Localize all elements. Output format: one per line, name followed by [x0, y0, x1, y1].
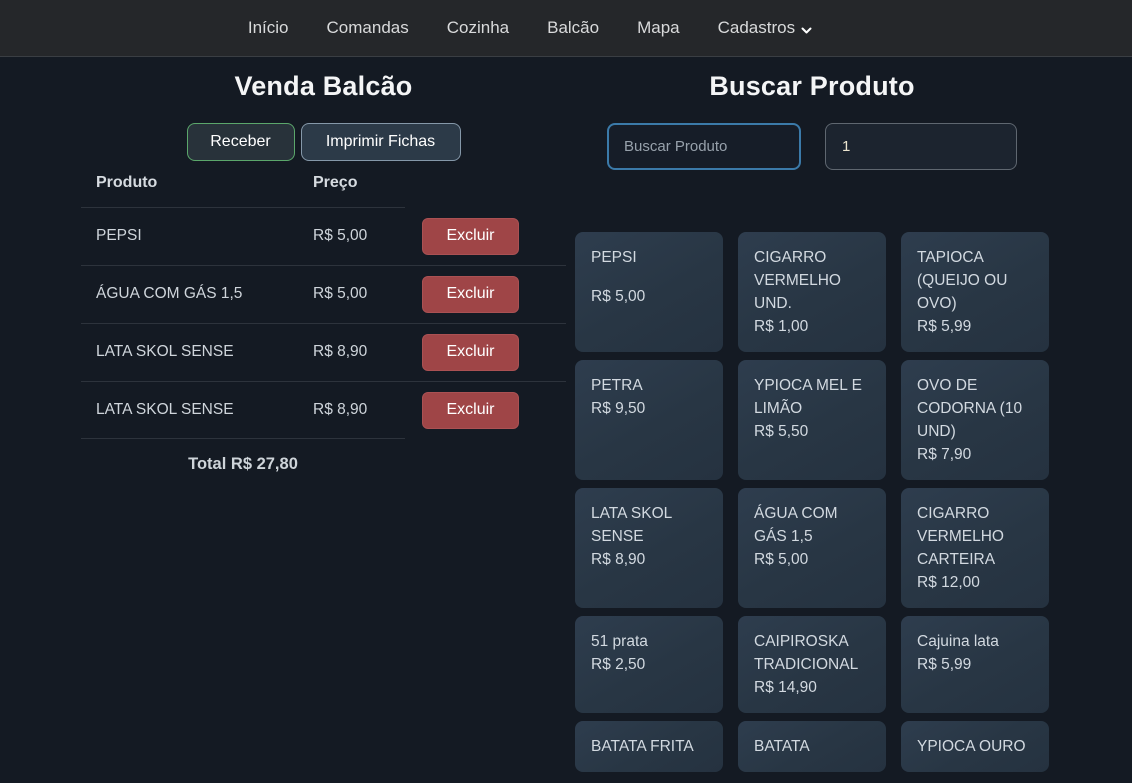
product-name: 51 prata [591, 630, 707, 653]
product-grid: PEPSI R$ 5,00 CIGARRO VERMELHO UND. R$ 1… [575, 232, 1049, 772]
product-price: R$ 1,00 [754, 315, 870, 338]
product-card[interactable]: CIGARRO VERMELHO UND. R$ 1,00 [738, 232, 886, 352]
product-name: YPIOCA OURO [917, 735, 1033, 758]
product-card[interactable]: BATATA FRITA [575, 721, 723, 772]
excluir-button[interactable]: Excluir [422, 392, 519, 429]
product-card[interactable]: PEPSI R$ 5,00 [575, 232, 723, 352]
product-name: CIGARRO VERMELHO UND. [754, 246, 870, 315]
product-price: R$ 8,90 [591, 548, 707, 571]
cart-table-row: LATA SKOL SENSE R$ 8,90 Excluir [81, 323, 566, 381]
imprimir-fichas-button[interactable]: Imprimir Fichas [301, 123, 461, 161]
product-price: R$ 2,50 [591, 653, 707, 676]
cart-item-name: LATA SKOL SENSE [81, 323, 298, 381]
cart-table-header-row: Produto Preço [81, 168, 566, 208]
product-card[interactable]: OVO DE CODORNA (10 UND) R$ 7,90 [901, 360, 1049, 480]
product-card[interactable]: LATA SKOL SENSE R$ 8,90 [575, 488, 723, 608]
product-name: ÁGUA COM GÁS 1,5 [754, 502, 870, 548]
search-input[interactable] [607, 123, 801, 170]
column-header-action [405, 168, 566, 208]
product-name: CAIPIROSKA TRADICIONAL [754, 630, 870, 676]
product-name: CIGARRO VERMELHO CARTEIRA [917, 502, 1033, 571]
cart-item-name: ÁGUA COM GÁS 1,5 [81, 265, 298, 323]
cart-item-price: R$ 5,00 [298, 208, 405, 266]
product-name: BATATA [754, 735, 870, 758]
product-card[interactable]: CAIPIROSKA TRADICIONAL R$ 14,90 [738, 616, 886, 713]
product-name: PEPSI [591, 246, 707, 269]
product-name: LATA SKOL SENSE [591, 502, 707, 548]
cart-item-price: R$ 8,90 [298, 323, 405, 381]
product-name: BATATA FRITA [591, 735, 707, 758]
column-header-produto: Produto [81, 168, 298, 208]
cart-total-label: Total R$ 27,80 [81, 439, 405, 487]
product-price: R$ 14,90 [754, 676, 870, 699]
buscar-produto-title: Buscar Produto [575, 71, 1049, 102]
product-price: R$ 5,99 [917, 315, 1033, 338]
product-card[interactable]: BATATA [738, 721, 886, 772]
cart-item-name: PEPSI [81, 208, 298, 266]
product-name: YPIOCA MEL E LIMÃO [754, 374, 870, 420]
excluir-button[interactable]: Excluir [422, 218, 519, 255]
main-nav: Início Comandas Cozinha Balcão Mapa Cadastro… [248, 17, 812, 39]
venda-balcao-panel: Venda Balcão Receber Imprimir Fichas Pro… [0, 57, 566, 772]
main-content: Venda Balcão Receber Imprimir Fichas Pro… [0, 57, 1132, 772]
cart-total-row: Total R$ 27,80 [81, 439, 566, 487]
chevron-down-icon [801, 19, 812, 39]
product-name: OVO DE CODORNA (10 UND) [917, 374, 1033, 443]
product-name: PETRA [591, 374, 707, 397]
cart-table-row: LATA SKOL SENSE R$ 8,90 Excluir [81, 381, 566, 439]
nav-item-balcao[interactable]: Balcão [547, 18, 599, 38]
product-price: R$ 5,99 [917, 653, 1033, 676]
product-price: R$ 5,00 [754, 548, 870, 571]
cart-table-row: PEPSI R$ 5,00 Excluir [81, 208, 566, 266]
product-card[interactable]: PETRA R$ 9,50 [575, 360, 723, 480]
product-name: TAPIOCA (QUEIJO OU OVO) [917, 246, 1033, 315]
receber-button[interactable]: Receber [187, 123, 295, 161]
navbar: Início Comandas Cozinha Balcão Mapa Cadastro… [0, 0, 1132, 57]
nav-item-inicio[interactable]: Início [248, 18, 289, 38]
venda-balcao-title: Venda Balcão [81, 71, 566, 102]
product-price: R$ 5,50 [754, 420, 870, 443]
product-card[interactable]: 51 prata R$ 2,50 [575, 616, 723, 713]
nav-item-cadastros-label: Cadastros [718, 18, 795, 38]
nav-item-mapa[interactable]: Mapa [637, 18, 680, 38]
product-card[interactable]: YPIOCA OURO [901, 721, 1049, 772]
product-price: R$ 5,00 [591, 285, 707, 308]
product-price: R$ 12,00 [917, 571, 1033, 594]
cart-actions: Receber Imprimir Fichas [81, 123, 566, 161]
cart-item-name: LATA SKOL SENSE [81, 381, 298, 439]
product-card[interactable]: YPIOCA MEL E LIMÃO R$ 5,50 [738, 360, 886, 480]
product-name: Cajuina lata [917, 630, 1033, 653]
nav-item-comandas[interactable]: Comandas [327, 18, 409, 38]
product-price: R$ 7,90 [917, 443, 1033, 466]
excluir-button[interactable]: Excluir [422, 276, 519, 313]
product-price: R$ 9,50 [591, 397, 707, 420]
cart-item-price: R$ 8,90 [298, 381, 405, 439]
cart-item-price: R$ 5,00 [298, 265, 405, 323]
cart-table: Produto Preço PEPSI R$ 5,00 Excluir ÁGUA… [81, 168, 566, 486]
quantity-input[interactable] [825, 123, 1017, 170]
product-card[interactable]: TAPIOCA (QUEIJO OU OVO) R$ 5,99 [901, 232, 1049, 352]
search-controls [575, 123, 1049, 170]
product-card[interactable]: ÁGUA COM GÁS 1,5 R$ 5,00 [738, 488, 886, 608]
nav-item-cozinha[interactable]: Cozinha [447, 18, 509, 38]
product-card[interactable]: CIGARRO VERMELHO CARTEIRA R$ 12,00 [901, 488, 1049, 608]
buscar-produto-panel: Buscar Produto PEPSI R$ 5,00 CIGARRO VER… [566, 57, 1132, 772]
product-card[interactable]: Cajuina lata R$ 5,99 [901, 616, 1049, 713]
nav-item-cadastros-dropdown[interactable]: Cadastros [718, 17, 812, 39]
column-header-preco: Preço [298, 168, 405, 208]
cart-table-row: ÁGUA COM GÁS 1,5 R$ 5,00 Excluir [81, 265, 566, 323]
excluir-button[interactable]: Excluir [422, 334, 519, 371]
